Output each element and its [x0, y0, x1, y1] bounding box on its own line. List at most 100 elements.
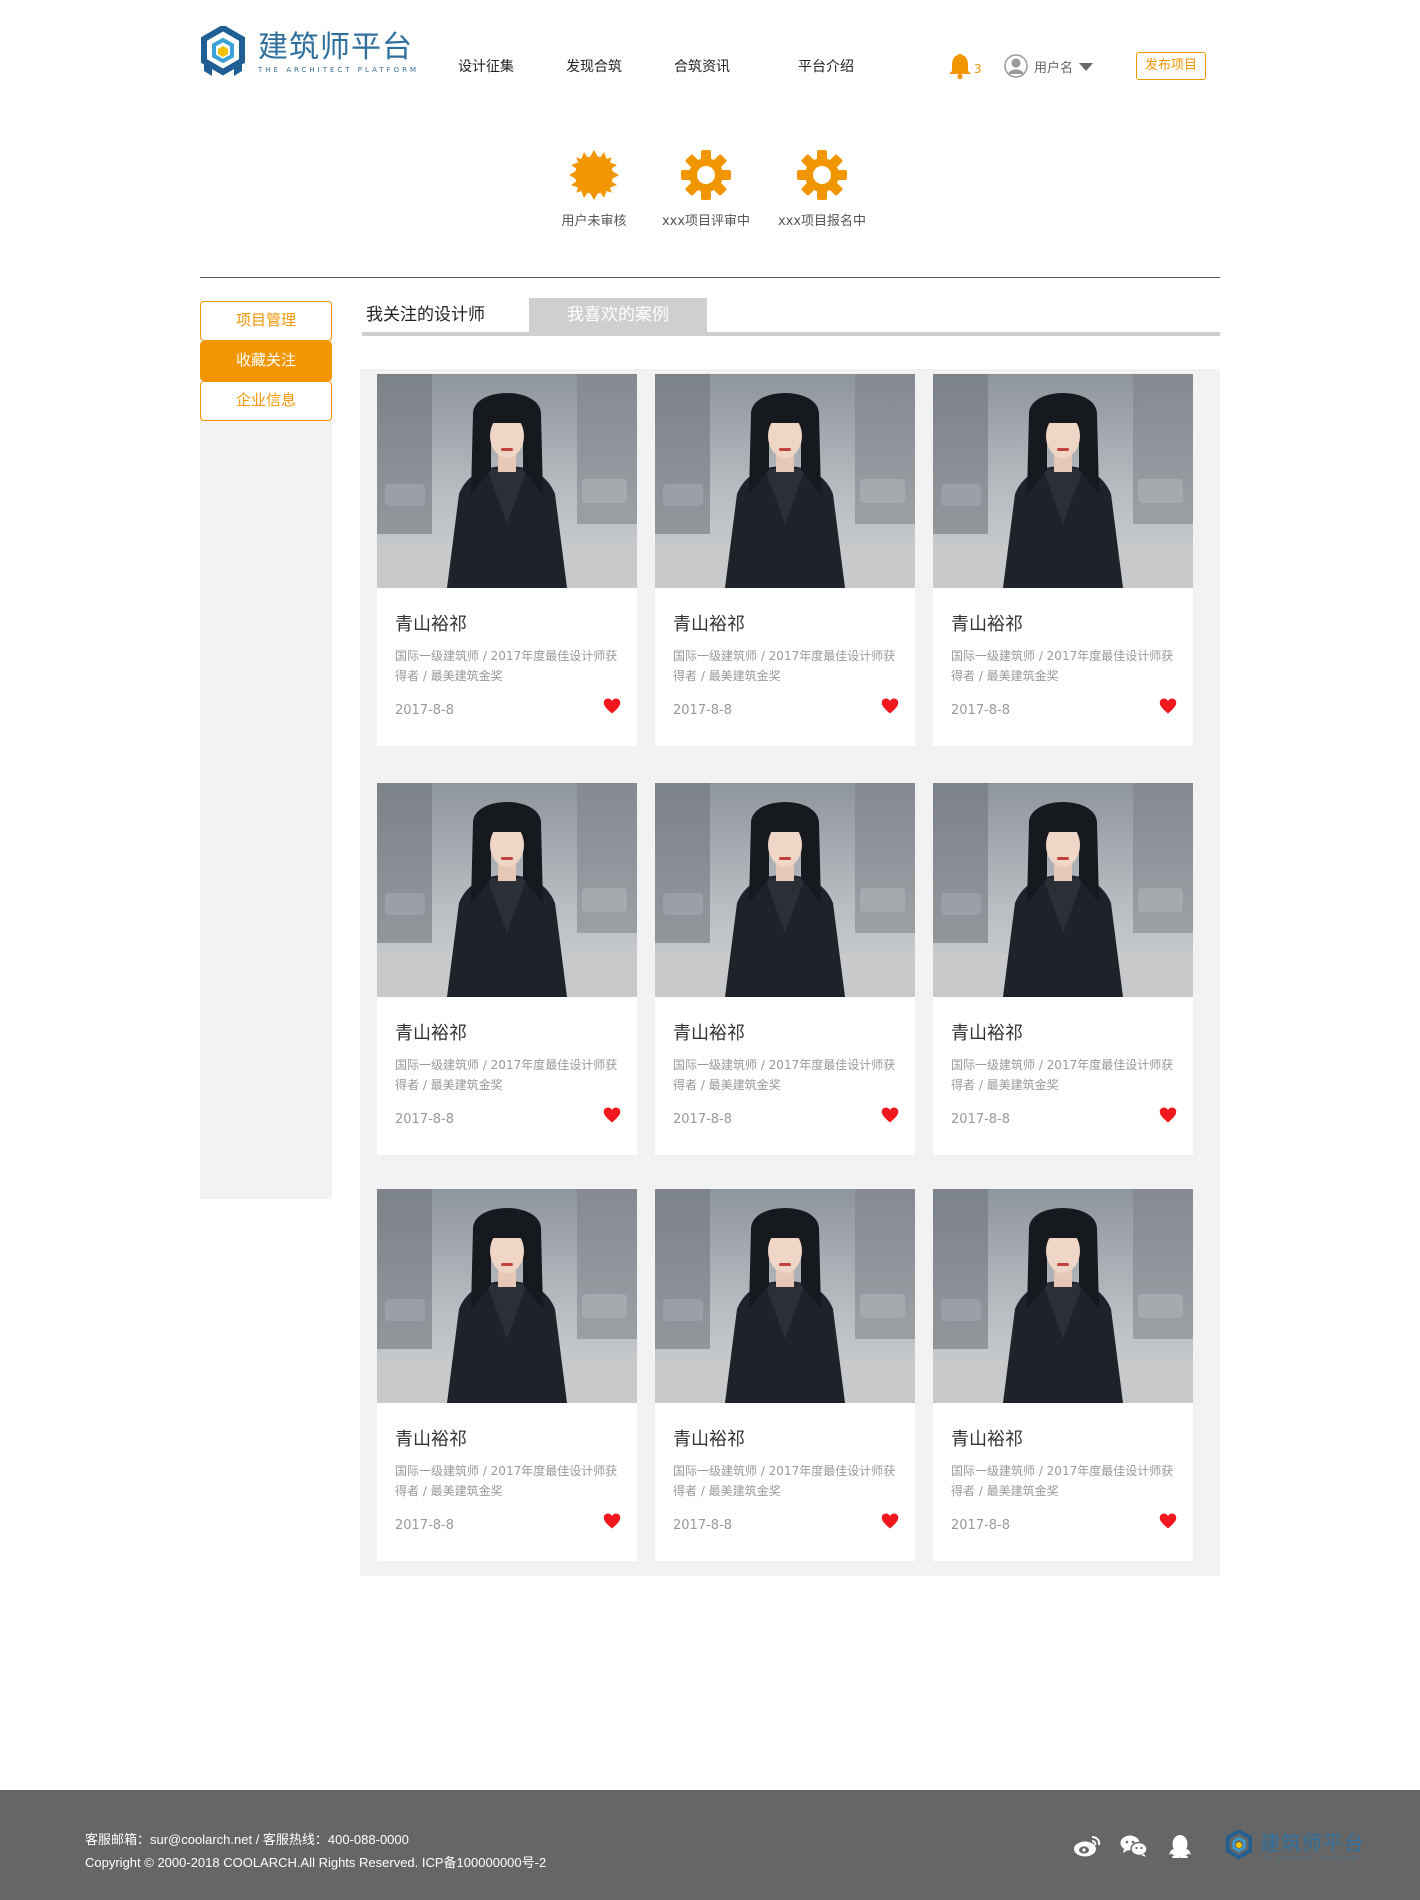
card-date: 2017-8-8 — [673, 1112, 733, 1127]
designer-photo — [933, 1189, 1193, 1403]
card-name: 青山裕祁 — [673, 1023, 745, 1044]
card-name: 青山裕祁 — [395, 1023, 467, 1044]
designer-photo — [933, 374, 1193, 588]
card-photo[interactable] — [377, 1189, 637, 1403]
nav-about[interactable]: 平台介绍 — [798, 56, 854, 76]
card-photo[interactable] — [933, 783, 1193, 997]
sidebar: 项目管理 收藏关注 企业信息 — [200, 301, 332, 1199]
designer-card[interactable]: 青山裕祁 国际一级建筑师 / 2017年度最佳设计师获得者 / 最美建筑金奖 2… — [933, 783, 1193, 1155]
card-description: 国际一级建筑师 / 2017年度最佳设计师获得者 / 最美建筑金奖 — [673, 649, 896, 683]
card-photo[interactable] — [655, 374, 915, 588]
designer-card[interactable]: 青山裕祁 国际一级建筑师 / 2017年度最佳设计师获得者 / 最美建筑金奖 2… — [377, 783, 637, 1155]
card-date: 2017-8-8 — [673, 1518, 733, 1533]
designer-photo — [933, 783, 1193, 997]
publish-project-button[interactable]: 发布项目 — [1136, 52, 1206, 80]
heart-icon[interactable] — [603, 1106, 621, 1124]
card-date: 2017-8-8 — [951, 1112, 1011, 1127]
tab-liked-cases[interactable]: 我喜欢的案例 — [529, 298, 707, 332]
designer-card[interactable]: 青山裕祁 国际一级建筑师 / 2017年度最佳设计师获得者 / 最美建筑金奖 2… — [377, 374, 637, 746]
designer-card[interactable]: 青山裕祁 国际一级建筑师 / 2017年度最佳设计师获得者 / 最美建筑金奖 2… — [655, 374, 915, 746]
status-label: xxx项目评审中 — [661, 214, 751, 229]
card-description: 国际一级建筑师 / 2017年度最佳设计师获得者 / 最美建筑金奖 — [673, 1464, 896, 1498]
card-photo[interactable] — [655, 783, 915, 997]
status-label: xxx项目报名中 — [777, 214, 867, 229]
heart-icon[interactable] — [1159, 1106, 1177, 1124]
designer-photo — [655, 783, 915, 997]
gear-icon — [681, 150, 731, 200]
card-name: 青山裕祁 — [951, 614, 1023, 635]
logo-mark-icon — [1225, 1830, 1253, 1860]
designer-card[interactable]: 青山裕祁 国际一级建筑师 / 2017年度最佳设计师获得者 / 最美建筑金奖 2… — [933, 374, 1193, 746]
heart-icon[interactable] — [881, 1106, 899, 1124]
footer-logo-subtitle: THE ARCHITECT PLATFORM — [1260, 1855, 1359, 1861]
nav-discover[interactable]: 发现合筑 — [566, 56, 622, 76]
card-name: 青山裕祁 — [951, 1023, 1023, 1044]
avatar-icon — [1004, 54, 1028, 78]
card-description: 国际一级建筑师 / 2017年度最佳设计师获得者 / 最美建筑金奖 — [951, 1058, 1174, 1092]
bell-icon[interactable] — [946, 52, 976, 80]
logo-title: 建筑师平台 — [258, 30, 413, 65]
card-photo[interactable] — [933, 1189, 1193, 1403]
card-name: 青山裕祁 — [395, 1429, 467, 1450]
designer-photo — [655, 374, 915, 588]
status-item-user-review: 用户未审核 — [534, 148, 654, 229]
designer-photo — [377, 374, 637, 588]
user-menu[interactable]: 用户名 — [1004, 54, 1094, 78]
username: 用户名 — [1034, 60, 1074, 76]
wechat-icon[interactable] — [1120, 1834, 1148, 1858]
footer-logo[interactable]: 建筑师平台 THE ARCHITECT PLATFORM — [1224, 1830, 1365, 1862]
designer-card[interactable]: 青山裕祁 国际一级建筑师 / 2017年度最佳设计师获得者 / 最美建筑金奖 2… — [377, 1189, 637, 1561]
heart-icon[interactable] — [1159, 1512, 1177, 1530]
designer-photo — [655, 1189, 915, 1403]
designer-card[interactable]: 青山裕祁 国际一级建筑师 / 2017年度最佳设计师获得者 / 最美建筑金奖 2… — [933, 1189, 1193, 1561]
heart-icon[interactable] — [603, 697, 621, 715]
card-photo[interactable] — [933, 374, 1193, 588]
card-description: 国际一级建筑师 / 2017年度最佳设计师获得者 / 最美建筑金奖 — [673, 1058, 896, 1092]
qq-icon[interactable] — [1166, 1834, 1194, 1858]
divider — [200, 277, 1220, 278]
card-name: 青山裕祁 — [673, 1429, 745, 1450]
card-date: 2017-8-8 — [395, 703, 455, 718]
weibo-icon[interactable] — [1073, 1834, 1101, 1858]
nav-news[interactable]: 合筑资讯 — [674, 56, 730, 76]
card-photo[interactable] — [377, 374, 637, 588]
heart-icon[interactable] — [881, 1512, 899, 1530]
chevron-down-icon — [1079, 63, 1094, 71]
sidebar-item-favorites[interactable]: 收藏关注 — [200, 341, 332, 381]
card-description: 国际一级建筑师 / 2017年度最佳设计师获得者 / 最美建筑金奖 — [951, 1464, 1174, 1498]
card-grid: 青山裕祁 国际一级建筑师 / 2017年度最佳设计师获得者 / 最美建筑金奖 2… — [360, 369, 1220, 1576]
sidebar-item-company-info[interactable]: 企业信息 — [200, 381, 332, 421]
card-date: 2017-8-8 — [951, 703, 1011, 718]
card-name: 青山裕祁 — [951, 1429, 1023, 1450]
sidebar-item-project-management[interactable]: 项目管理 — [200, 301, 332, 341]
card-description: 国际一级建筑师 / 2017年度最佳设计师获得者 / 最美建筑金奖 — [951, 649, 1174, 683]
designer-photo — [377, 1189, 637, 1403]
designer-card[interactable]: 青山裕祁 国际一级建筑师 / 2017年度最佳设计师获得者 / 最美建筑金奖 2… — [655, 783, 915, 1155]
header: 建筑师平台 THE ARCHITECT PLATFORM 设计征集 发现合筑 合… — [0, 0, 1420, 130]
card-date: 2017-8-8 — [951, 1518, 1011, 1533]
card-photo[interactable] — [655, 1189, 915, 1403]
footer-info: 客服邮箱：sur@coolarch.net / 客服热线：400-088-000… — [85, 1828, 546, 1874]
heart-icon[interactable] — [881, 697, 899, 715]
tab-followed-designers[interactable]: 我关注的设计师 — [366, 298, 526, 332]
status-item-project-review: xxx项目评审中 — [646, 148, 766, 229]
notification-count: 3 — [974, 62, 982, 76]
tab-bar: 我关注的设计师 我喜欢的案例 — [362, 298, 1220, 336]
status-row: 用户未审核 xxx项目评审中 xxx项目报名中 — [0, 148, 1420, 238]
logo-subtitle: THE ARCHITECT PLATFORM — [258, 66, 420, 74]
footer: 客服邮箱：sur@coolarch.net / 客服热线：400-088-000… — [0, 1790, 1420, 1900]
page: 建筑师平台 THE ARCHITECT PLATFORM 设计征集 发现合筑 合… — [0, 0, 1420, 1900]
heart-icon[interactable] — [603, 1512, 621, 1530]
heart-icon[interactable] — [1159, 697, 1177, 715]
designer-card[interactable]: 青山裕祁 国际一级建筑师 / 2017年度最佳设计师获得者 / 最美建筑金奖 2… — [655, 1189, 915, 1561]
card-date: 2017-8-8 — [395, 1518, 455, 1533]
logo[interactable]: 建筑师平台 THE ARCHITECT PLATFORM — [198, 26, 419, 80]
logo-mark-icon — [201, 26, 245, 76]
card-date: 2017-8-8 — [395, 1112, 455, 1127]
card-photo[interactable] — [377, 783, 637, 997]
designer-photo — [377, 783, 637, 997]
nav-design-collection[interactable]: 设计征集 — [458, 56, 514, 76]
card-description: 国际一级建筑师 / 2017年度最佳设计师获得者 / 最美建筑金奖 — [395, 649, 618, 683]
card-name: 青山裕祁 — [673, 614, 745, 635]
status-item-project-signup: xxx项目报名中 — [762, 148, 882, 229]
